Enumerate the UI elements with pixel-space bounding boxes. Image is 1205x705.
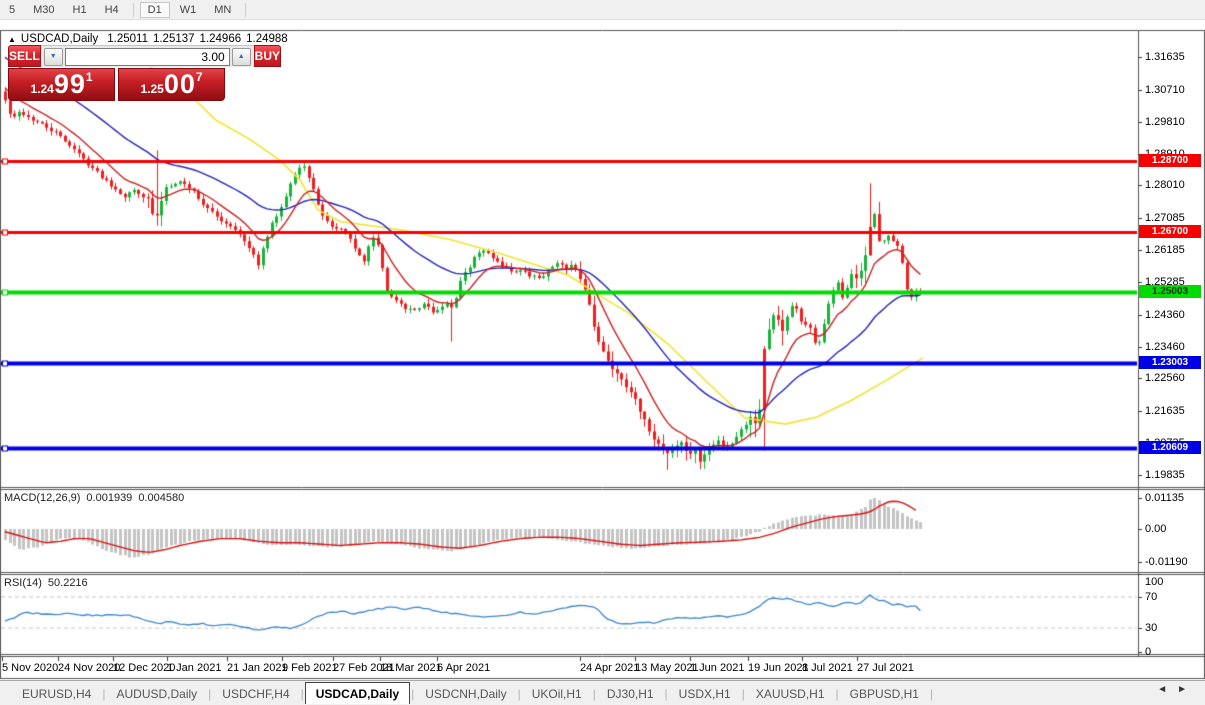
ohlc-high: 1.25137 xyxy=(153,33,195,45)
chart-tab-usdchf[interactable]: USDCHF,H4 xyxy=(212,684,299,704)
rsi-indicator-label: RSI(14) 50.2216 xyxy=(4,577,88,589)
sell-price-prefix: 1.24 xyxy=(30,80,53,98)
chart-tab-gbpusd[interactable]: GBPUSD,H1 xyxy=(840,684,929,704)
sell-button[interactable]: SELL xyxy=(8,45,41,67)
sell-price-display[interactable]: 1.24 99 1 xyxy=(8,68,115,101)
chart-title: ▲ USDCAD,Daily 1.25011 1.25137 1.24966 1… xyxy=(8,33,288,45)
ohlc-close: 1.24988 xyxy=(246,33,288,45)
macd-main-value: 0.001939 xyxy=(86,492,132,504)
trading-terminal-window: 5M30H1H4D1W1MN ▲ USDCAD,Daily 1.25011 1.… xyxy=(0,0,1205,705)
price-chart-canvas[interactable] xyxy=(0,0,1205,705)
tab-scroll-nav: ◄ ► xyxy=(1157,684,1187,695)
buy-price-prefix: 1.25 xyxy=(140,80,163,98)
volume-input[interactable] xyxy=(65,48,230,66)
rsi-value: 50.2216 xyxy=(48,577,88,589)
chart-tab-eurusd[interactable]: EURUSD,H4 xyxy=(12,684,101,704)
chart-tab-usdcad[interactable]: USDCAD,Daily xyxy=(305,682,410,704)
buy-price-big-digits: 00 xyxy=(164,71,196,98)
buy-button[interactable]: BUY xyxy=(254,45,281,67)
tab-separator: | xyxy=(593,687,596,701)
sell-price-pip-digit: 1 xyxy=(86,70,93,84)
one-click-trade-panel: SELL ▼ ▲ BUY 1.24 99 1 1.25 00 7 xyxy=(8,45,225,101)
volume-decrease-button[interactable]: ▼ xyxy=(44,48,63,66)
volume-increase-button[interactable]: ▲ xyxy=(232,48,251,66)
rsi-name: RSI(14) xyxy=(4,577,42,589)
ohlc-open: 1.25011 xyxy=(107,33,148,45)
tab-separator: | xyxy=(518,687,521,701)
tab-separator: | xyxy=(301,687,304,701)
macd-name: MACD(12,26,9) xyxy=(4,492,80,504)
macd-signal-value: 0.004580 xyxy=(138,492,184,504)
sell-price-big-digits: 99 xyxy=(54,71,86,98)
tab-scroll-left-icon[interactable]: ◄ xyxy=(1157,684,1167,695)
chart-tab-xauusd[interactable]: XAUUSD,H1 xyxy=(746,684,835,704)
collapse-triangle-icon[interactable]: ▲ xyxy=(8,35,16,44)
tab-scroll-right-icon[interactable]: ► xyxy=(1177,684,1187,695)
chart-symbol-label: USDCAD,Daily xyxy=(21,33,98,45)
symbol-tab-bar: EURUSD,H4|AUDUSD,Daily|USDCHF,H4|USDCAD,… xyxy=(0,680,1205,705)
tab-separator: | xyxy=(665,687,668,701)
tab-separator: | xyxy=(102,687,105,701)
macd-indicator-label: MACD(12,26,9) 0.001939 0.004580 xyxy=(4,492,184,504)
volume-spinner: ▼ ▲ xyxy=(41,45,254,67)
chart-tab-usdx[interactable]: USDX,H1 xyxy=(669,684,741,704)
ohlc-low: 1.24966 xyxy=(200,33,242,45)
tab-separator: | xyxy=(742,687,745,701)
tab-separator: | xyxy=(836,687,839,701)
chart-tab-ukoil[interactable]: UKOil,H1 xyxy=(522,684,592,704)
chart-tab-dj30[interactable]: DJ30,H1 xyxy=(597,684,664,704)
chart-tab-usdcnh[interactable]: USDCNH,Daily xyxy=(415,684,516,704)
tab-separator: | xyxy=(930,687,933,701)
tab-separator: | xyxy=(208,687,211,701)
tab-separator: | xyxy=(411,687,414,701)
buy-price-display[interactable]: 1.25 00 7 xyxy=(118,68,225,101)
buy-price-pip-digit: 7 xyxy=(196,70,203,84)
chart-tab-audusd[interactable]: AUDUSD,Daily xyxy=(106,684,207,704)
